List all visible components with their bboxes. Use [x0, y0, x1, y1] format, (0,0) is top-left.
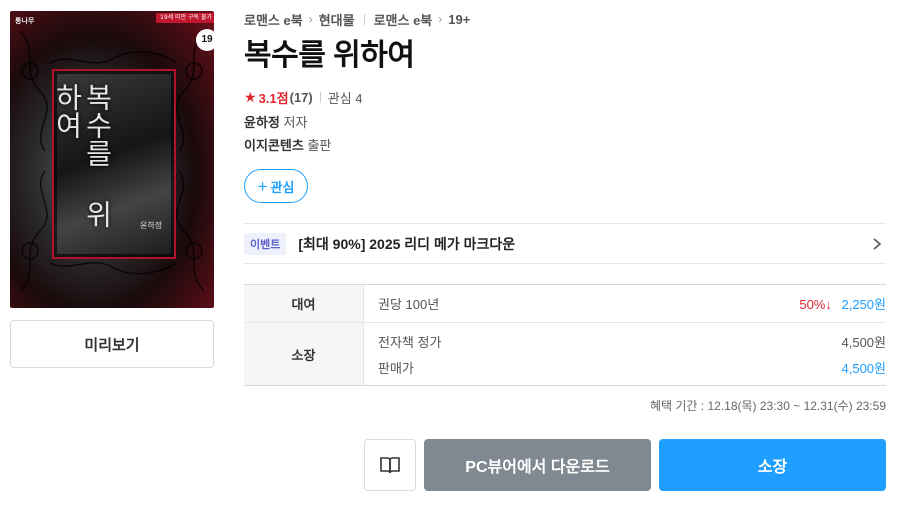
age-rating-badge: 19	[196, 29, 214, 51]
plus-icon: +	[257, 176, 268, 196]
list-price: 4,500원	[841, 334, 887, 350]
breadcrumb-item-category[interactable]: 로맨스 e북	[244, 10, 303, 29]
rating-summary: ★ 3.1점 (17) 관심 4	[244, 88, 363, 106]
event-badge: 이벤트	[244, 232, 287, 255]
rental-price: 2,250원	[841, 297, 887, 312]
breadcrumb-item-adult[interactable]: 19+	[448, 12, 470, 27]
book-open-icon	[380, 457, 400, 474]
event-banner[interactable]: 이벤트 [최대 90%] 2025 리디 메가 마크다운	[244, 223, 886, 264]
author-line: 윤하정 저자	[244, 112, 307, 130]
publisher-line: 이지콘텐츠 출판	[244, 135, 331, 153]
cover-title-art: 복수를 위하여	[51, 83, 114, 228]
chevron-right-icon: ›	[438, 12, 443, 26]
pc-viewer-download-button[interactable]: PC뷰어에서 다운로드	[424, 439, 651, 491]
sale-price-label: 판매가	[378, 360, 414, 376]
rating-count[interactable]: (17)	[290, 90, 313, 105]
breadcrumb-divider	[363, 13, 365, 25]
chevron-right-icon	[873, 237, 882, 250]
rental-discount: 50%↓	[799, 297, 832, 312]
price-table: 대여 권당 100년 50%↓ 2,250원 소장 전자책 정가 4,500원	[244, 284, 886, 386]
buy-button[interactable]: 소장	[659, 439, 886, 491]
cover-author-art: 윤하정	[140, 221, 163, 230]
own-label: 소장	[244, 323, 364, 385]
sale-price: 4,500원	[841, 360, 887, 376]
book-cover[interactable]: 통나무 19세 미만 구독 불가 복수를 위하여 윤하정 19	[10, 11, 214, 308]
event-text: [최대 90%] 2025 리디 메가 마크다운	[298, 235, 516, 252]
list-price-label: 전자책 정가	[378, 334, 442, 350]
rental-desc: 권당 100년	[378, 297, 440, 312]
chevron-right-icon: ›	[308, 12, 313, 26]
action-bar: PC뷰어에서 다운로드 소장	[364, 439, 886, 491]
breadcrumb: 로맨스 e북 › 현대물 로맨스 e북 › 19+	[244, 10, 470, 28]
benefit-period: 혜택 기간 : 12.18(목) 23:30 ~ 12.31(수) 23:59	[649, 399, 886, 413]
rating-score: 3.1점	[258, 90, 289, 106]
library-button[interactable]	[364, 439, 416, 491]
publisher-role: 출판	[307, 138, 332, 153]
author-role: 저자	[283, 115, 308, 130]
star-icon: ★	[244, 88, 257, 105]
preview-button[interactable]: 미리보기	[10, 320, 214, 368]
rental-row: 대여 권당 100년 50%↓ 2,250원	[244, 285, 886, 323]
follow-button[interactable]: + 관심	[244, 169, 308, 203]
publisher-name[interactable]: 이지콘텐츠	[244, 138, 304, 153]
author-name[interactable]: 윤하정	[244, 115, 280, 130]
cover-publisher-mark: 통나무	[15, 17, 35, 25]
follow-label: 관심	[270, 179, 295, 195]
breadcrumb-item-category-2[interactable]: 로맨스 e북	[374, 10, 433, 29]
interest-count: 관심 4	[327, 90, 363, 106]
book-title: 복수를 위하여	[244, 39, 415, 72]
cover-age-ribbon: 19세 미만 구독 불가	[156, 13, 214, 23]
rental-label: 대여	[244, 285, 364, 322]
breadcrumb-item-subcategory[interactable]: 현대물	[319, 10, 355, 29]
rating-divider	[319, 91, 321, 103]
own-row: 소장 전자책 정가 4,500원 판매가 4,500원	[244, 323, 886, 385]
